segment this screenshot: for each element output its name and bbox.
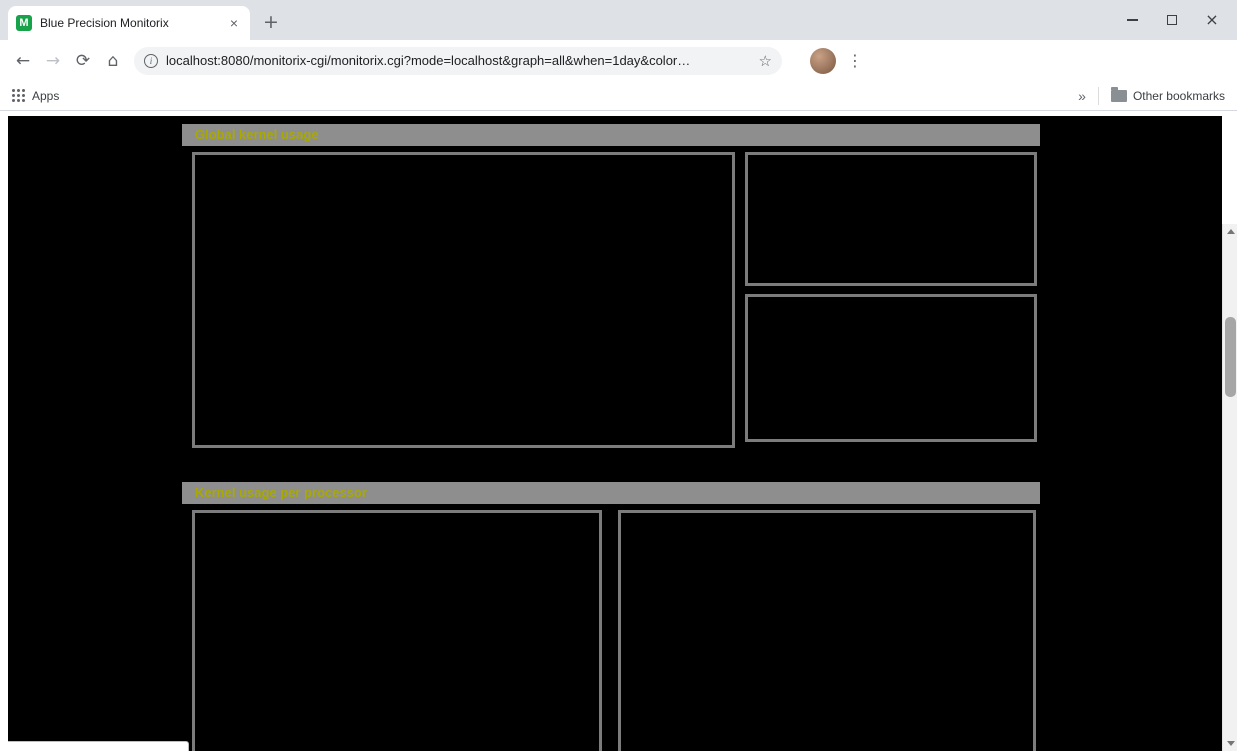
right-graph-column <box>745 152 1037 442</box>
close-icon: × <box>1205 12 1218 28</box>
monitorix-column: Global kernel usage Kernel usage per pro… <box>182 116 1040 751</box>
scrollbar-down-arrow[interactable] <box>1223 736 1237 751</box>
back-button[interactable]: ← <box>8 46 38 76</box>
minimize-icon <box>1127 19 1138 21</box>
apps-label: Apps <box>32 89 59 103</box>
profile-avatar[interactable] <box>810 48 836 74</box>
processor-row <box>182 510 1040 751</box>
maximize-icon <box>1167 15 1177 25</box>
global-kernel-row <box>182 152 1040 448</box>
forward-button[interactable]: → <box>38 46 68 76</box>
bookmark-star-icon[interactable]: ☆ <box>759 52 772 70</box>
tab-strip: M Blue Precision Monitorix × + × <box>0 0 1237 40</box>
page-content: Global kernel usage Kernel usage per pro… <box>0 112 1237 751</box>
browser-toolbar: ← → ⟳ ⌂ i localhost:8080/monitorix-cgi/m… <box>0 40 1237 81</box>
section-header-per-processor: Kernel usage per processor <box>182 482 1040 504</box>
bookmarks-overflow-chevron[interactable]: » <box>1078 88 1086 104</box>
graph-frame <box>618 510 1036 751</box>
processor0-graph[interactable] <box>195 513 599 751</box>
status-bubble <box>8 741 189 751</box>
reload-button[interactable]: ⟳ <box>68 46 98 76</box>
new-tab-button[interactable]: + <box>258 9 284 35</box>
down-triangle-icon <box>1227 741 1235 746</box>
other-bookmarks-button[interactable]: Other bookmarks <box>1111 89 1225 103</box>
window-controls: × <box>1121 0 1237 40</box>
tab-close-icon[interactable]: × <box>226 15 242 31</box>
bookmarks-separator <box>1098 87 1099 105</box>
page-info-icon[interactable]: i <box>144 54 158 68</box>
up-triangle-icon <box>1227 229 1235 234</box>
kernel-usage-graph[interactable] <box>195 155 732 445</box>
vfs-usage-graph[interactable] <box>748 297 1034 439</box>
other-bookmarks-label: Other bookmarks <box>1133 89 1225 103</box>
graph-frame <box>745 152 1037 286</box>
scrollbar-thumb[interactable] <box>1225 317 1236 397</box>
apps-shortcut[interactable]: Apps <box>12 89 59 103</box>
browser-menu-icon[interactable]: ⋮ <box>846 51 864 70</box>
apps-grid-icon <box>12 89 26 103</box>
graph-frame <box>192 152 735 448</box>
close-window-button[interactable]: × <box>1201 9 1223 31</box>
tab-title: Blue Precision Monitorix <box>40 16 218 30</box>
graph-frame <box>745 294 1037 442</box>
address-bar[interactable]: i localhost:8080/monitorix-cgi/monitorix… <box>134 47 782 75</box>
bookmarks-right: » Other bookmarks <box>1078 87 1225 105</box>
home-button[interactable]: ⌂ <box>98 46 128 76</box>
processor1-graph[interactable] <box>621 513 1033 751</box>
url-text: localhost:8080/monitorix-cgi/monitorix.c… <box>166 53 751 68</box>
section-header-global-kernel: Global kernel usage <box>182 124 1040 146</box>
scrollbar-up-arrow[interactable] <box>1223 224 1237 239</box>
browser-tab[interactable]: M Blue Precision Monitorix × <box>8 6 250 40</box>
context-switches-graph[interactable] <box>748 155 1034 283</box>
monitorix-favicon: M <box>16 15 32 31</box>
vertical-scrollbar[interactable] <box>1222 224 1237 751</box>
monitorix-page: Global kernel usage Kernel usage per pro… <box>8 116 1222 751</box>
bookmarks-bar: Apps » Other bookmarks <box>0 81 1237 111</box>
folder-icon <box>1111 90 1127 102</box>
graph-frame <box>192 510 602 751</box>
maximize-button[interactable] <box>1161 9 1183 31</box>
minimize-button[interactable] <box>1121 9 1143 31</box>
